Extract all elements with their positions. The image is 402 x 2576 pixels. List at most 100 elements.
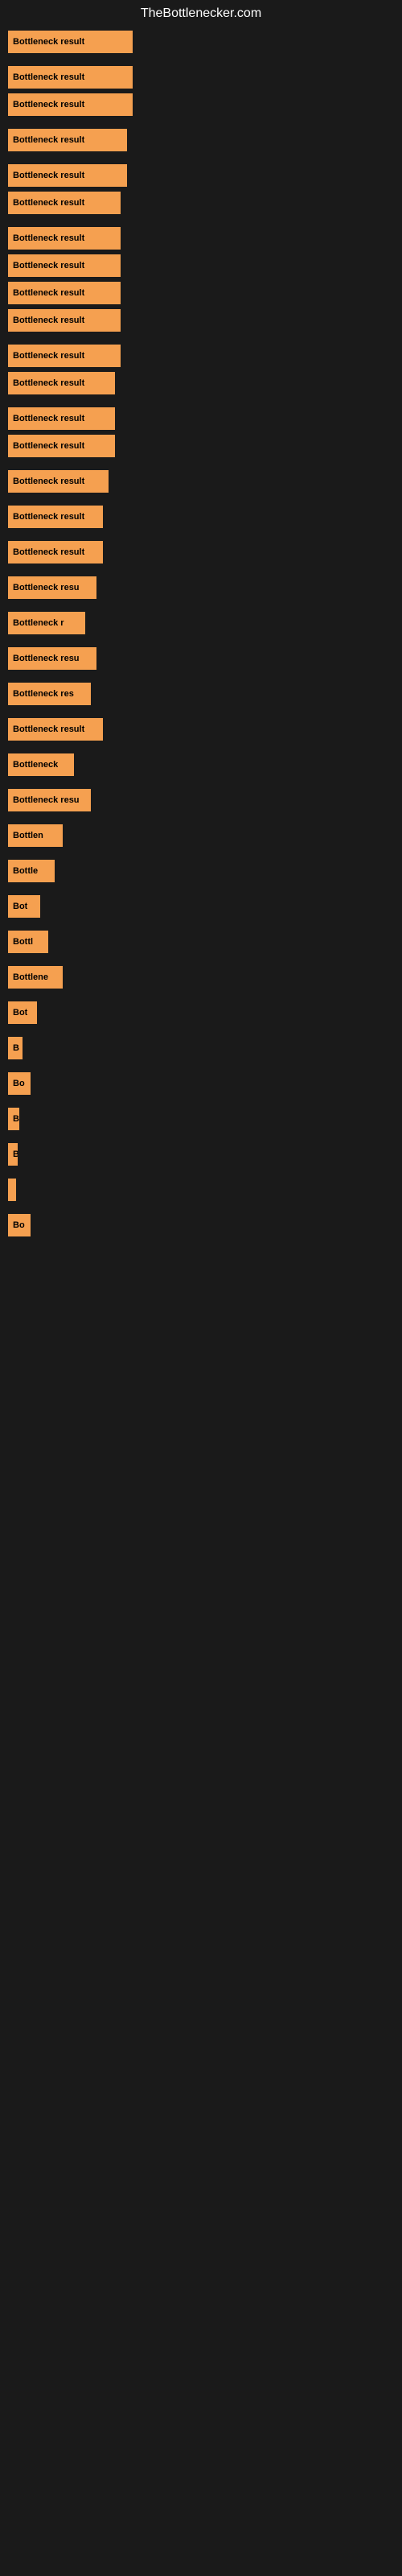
bar: Bottleneck result — [8, 164, 127, 187]
bar: Bottleneck result — [8, 435, 115, 457]
bar-label: Bottleneck result — [13, 100, 84, 109]
bar: B — [8, 1108, 19, 1130]
bar-label: Bottleneck resu — [13, 654, 80, 663]
bar: Bottleneck result — [8, 282, 121, 304]
bar-row: Bottleneck resu — [8, 576, 394, 599]
bar: Bottle — [8, 860, 55, 882]
bar-label: Bot — [13, 902, 27, 911]
bar-label: Bottleneck result — [13, 441, 84, 451]
bar: Bottleneck result — [8, 372, 115, 394]
bar: Bottleneck result — [8, 470, 109, 493]
bar-row: Bottleneck result — [8, 192, 394, 214]
bar-row: Bottleneck result — [8, 282, 394, 304]
bar-row: Bottleneck result — [8, 541, 394, 564]
bar-row: Bot — [8, 895, 394, 918]
bar-row: Bottleneck result — [8, 345, 394, 367]
bar-row: Bottleneck res — [8, 683, 394, 705]
bar-row: Bot — [8, 1001, 394, 1024]
bar: Bottleneck result — [8, 93, 133, 116]
bar-row: Bottleneck result — [8, 66, 394, 89]
bar-label: Bo — [13, 1220, 25, 1230]
bar: Bo — [8, 1072, 31, 1095]
bar-label: Bottleneck result — [13, 724, 84, 734]
bar-row: Bottleneck result — [8, 372, 394, 394]
bar-label: Bottleneck result — [13, 233, 84, 243]
bar-label: Bottleneck res — [13, 689, 74, 699]
bar: Bottleneck result — [8, 718, 103, 741]
bar: Bottleneck — [8, 753, 74, 776]
bar-label: Bottleneck result — [13, 198, 84, 208]
bar-label: Bottleneck result — [13, 135, 84, 145]
bar: B — [8, 1037, 23, 1059]
bar: Bottl — [8, 931, 48, 953]
bar: Bottlene — [8, 966, 63, 989]
bar-label: Bottleneck result — [13, 512, 84, 522]
bar-row: Bo — [8, 1072, 394, 1095]
bar: Bottleneck res — [8, 683, 91, 705]
bar: Bottleneck result — [8, 192, 121, 214]
bar-label: Bottleneck — [13, 760, 58, 770]
bar: Bottleneck resu — [8, 647, 96, 670]
bar-row: Bottleneck result — [8, 718, 394, 741]
bar-label: Bottlen — [13, 831, 43, 840]
bar-label: Bottl — [13, 937, 33, 947]
bar-label: B — [13, 1114, 19, 1124]
bar: Bot — [8, 1001, 37, 1024]
bar-row: Bottlen — [8, 824, 394, 847]
bar-row: Bottleneck result — [8, 164, 394, 187]
bar-label: B — [13, 1150, 18, 1159]
bar-row: Bottleneck result — [8, 470, 394, 493]
bar: Bottleneck resu — [8, 789, 91, 811]
bar-label: Bottleneck result — [13, 414, 84, 423]
bar-row: Bottleneck result — [8, 93, 394, 116]
bar: Bo — [8, 1214, 31, 1236]
bar: Bottleneck result — [8, 227, 121, 250]
bar-row: Bottle — [8, 860, 394, 882]
bars-container: Bottleneck result Bottleneck result Bottle… — [0, 24, 402, 1248]
bar-row: Bottleneck result — [8, 254, 394, 277]
bar: Bottleneck result — [8, 31, 133, 53]
bar: Bot — [8, 895, 40, 918]
bar: Bottleneck result — [8, 66, 133, 89]
bar-label: Bottlene — [13, 972, 48, 982]
bar: Bottleneck resu — [8, 576, 96, 599]
bar-row: Bottleneck result — [8, 506, 394, 528]
bar: Bottleneck result — [8, 506, 103, 528]
bar-label: Bottleneck result — [13, 378, 84, 388]
bar-label: Bottle — [13, 866, 38, 876]
bar-row: Bottleneck result — [8, 309, 394, 332]
bar-label: Bottleneck result — [13, 72, 84, 82]
bar-row: Bottleneck result — [8, 31, 394, 53]
bar-row: B — [8, 1143, 394, 1166]
site-title: TheBottlenecker.com — [0, 0, 402, 24]
bar-label: Bottleneck result — [13, 288, 84, 298]
bar-row — [8, 1179, 394, 1201]
bar-label: B — [13, 1043, 19, 1053]
bar: Bottleneck result — [8, 129, 127, 151]
bar-label: Bottleneck result — [13, 477, 84, 486]
bar-label: Bottleneck result — [13, 547, 84, 557]
bar — [8, 1179, 16, 1201]
bar-row: Bottleneck — [8, 753, 394, 776]
bar: Bottleneck result — [8, 541, 103, 564]
bar-row: Bottleneck resu — [8, 789, 394, 811]
bar-label: Bottleneck result — [13, 316, 84, 325]
bar-label: Bottleneck resu — [13, 795, 80, 805]
bar: Bottleneck result — [8, 254, 121, 277]
bar-label: Bottleneck result — [13, 37, 84, 47]
bar: Bottleneck result — [8, 407, 115, 430]
bar: Bottleneck result — [8, 309, 121, 332]
bar-row: Bo — [8, 1214, 394, 1236]
bar-row: B — [8, 1037, 394, 1059]
bar: Bottleneck r — [8, 612, 85, 634]
bar-label: Bottleneck result — [13, 261, 84, 270]
bar-row: Bottl — [8, 931, 394, 953]
bar-label: Bottleneck result — [13, 171, 84, 180]
bar-label: Bot — [13, 1008, 27, 1018]
bar-row: Bottleneck result — [8, 435, 394, 457]
bar-row: Bottleneck result — [8, 129, 394, 151]
bar: B — [8, 1143, 18, 1166]
bar-row: Bottleneck resu — [8, 647, 394, 670]
bar-row: B — [8, 1108, 394, 1130]
bar-row: Bottlene — [8, 966, 394, 989]
